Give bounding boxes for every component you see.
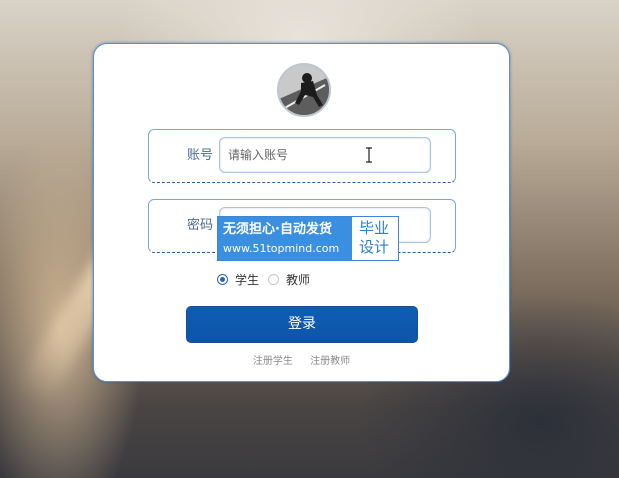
login-button[interactable]: 登录 bbox=[186, 306, 418, 343]
student-radio-label[interactable]: 学生 bbox=[235, 271, 259, 288]
account-label: 账号 bbox=[186, 148, 213, 163]
teacher-radio[interactable] bbox=[268, 273, 280, 285]
watermark-badge: 毕业 设计 bbox=[352, 217, 398, 260]
avatar-figure-icon bbox=[279, 65, 329, 115]
account-input[interactable] bbox=[219, 137, 431, 173]
watermark-text-block: 无须担心·自动发货 www.51topmind.com bbox=[218, 217, 352, 260]
avatar bbox=[277, 63, 331, 117]
login-card: 账号 密码 学生 教师 登录 注册学生 注册教师 bbox=[93, 43, 510, 382]
register-links: 注册学生 注册教师 bbox=[94, 352, 509, 367]
watermark-slogan: 无须担心·自动发货 bbox=[223, 222, 332, 237]
watermark-url: www.51topmind.com bbox=[223, 242, 340, 255]
student-radio[interactable] bbox=[217, 273, 228, 285]
account-row: 账号 bbox=[148, 129, 456, 183]
role-selector: 学生 教师 bbox=[217, 271, 319, 287]
text-cursor-icon bbox=[366, 147, 372, 163]
watermark-badge-line2: 设计 bbox=[359, 238, 390, 256]
teacher-radio-label[interactable]: 教师 bbox=[286, 271, 310, 288]
register-teacher-link[interactable]: 注册教师 bbox=[310, 356, 350, 367]
watermark-banner: 无须担心·自动发货 www.51topmind.com 毕业 设计 bbox=[217, 216, 399, 261]
watermark-badge-line1: 毕业 bbox=[359, 219, 390, 237]
password-label: 密码 bbox=[186, 218, 213, 233]
register-student-link[interactable]: 注册学生 bbox=[253, 356, 293, 367]
